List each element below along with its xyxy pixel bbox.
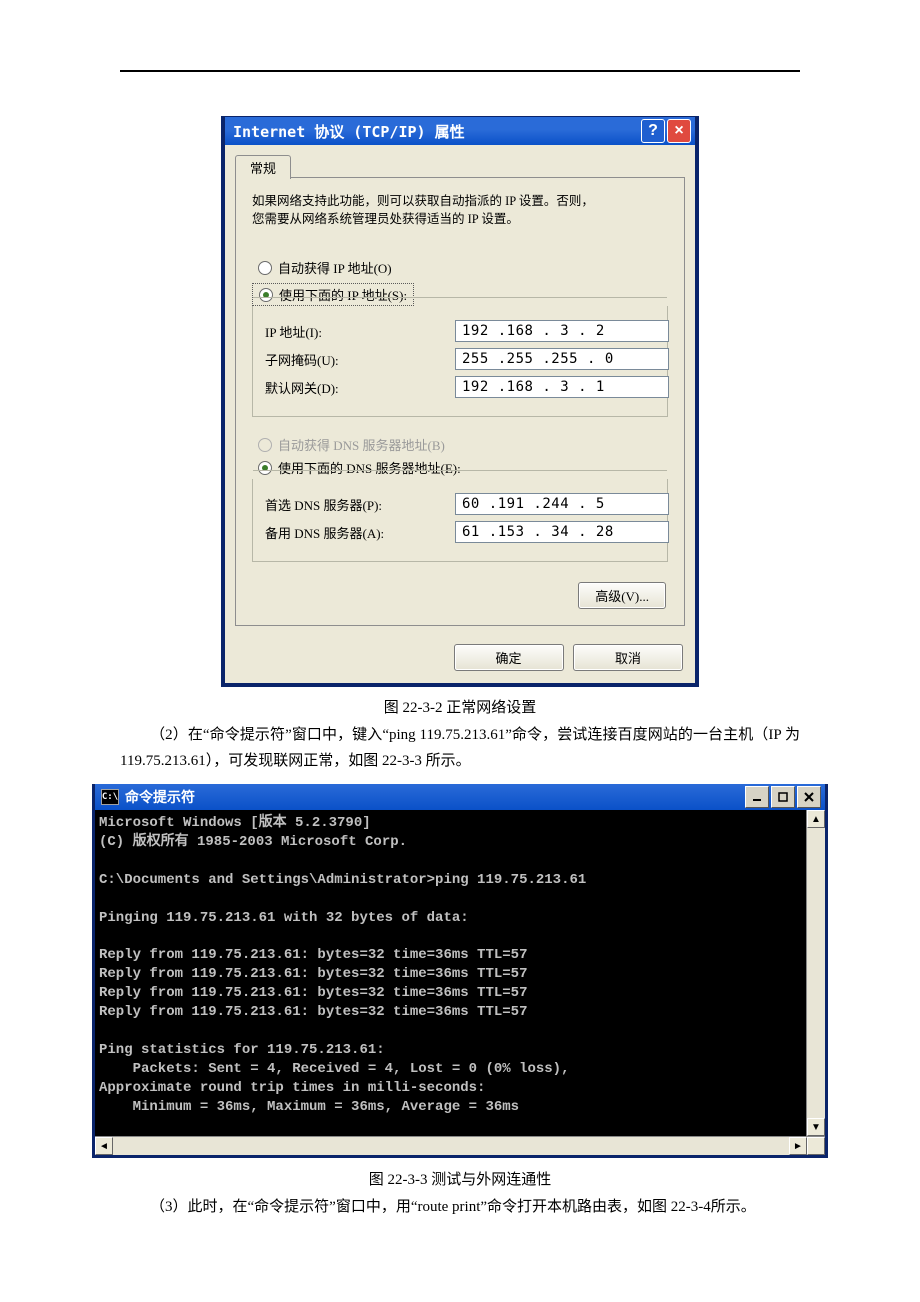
vertical-scrollbar[interactable]: ▲ ▼ — [806, 810, 825, 1136]
dialog-body: 常规 如果网络支持此功能，则可以获取自动指派的 IP 设置。否则， 您需要从网络… — [225, 145, 695, 636]
radio-icon — [259, 288, 273, 302]
advanced-button[interactable]: 高级(V)... — [578, 582, 666, 609]
row-ip: IP 地址(I): 192 .168 . 3 . 2 — [265, 320, 655, 342]
page: Internet 协议 (TCP/IP) 属性 ? × 常规 如果网络支持此功能… — [0, 0, 920, 1265]
minimize-icon — [752, 792, 762, 802]
dialog-title: Internet 协议 (TCP/IP) 属性 — [233, 121, 465, 142]
scroll-down-icon[interactable]: ▼ — [807, 1118, 825, 1136]
lbl-gateway: 默认网关(D): — [265, 378, 455, 397]
scroll-left-icon[interactable]: ◄ — [95, 1137, 113, 1155]
paragraph-3: （3）此时，在“命令提示符”窗口中，用“route print”命令打开本机路由… — [120, 1195, 800, 1221]
radio-auto-ip[interactable]: 自动获得 IP 地址(O) — [252, 256, 668, 279]
size-grip-icon[interactable] — [807, 1137, 825, 1155]
row-mask: 子网掩码(U): 255 .255 .255 . 0 — [265, 348, 655, 370]
dialog-footer: 确定 取消 — [225, 636, 695, 683]
intro-line2: 您需要从网络系统管理员处获得适当的 IP 设置。 — [252, 212, 519, 226]
cmd-titlebar: C:\ 命令提示符 — [95, 784, 825, 810]
figure-caption-1: 图 22-3-2 正常网络设置 — [0, 696, 920, 717]
radio-icon — [258, 261, 272, 275]
intro-line1: 如果网络支持此功能，则可以获取自动指派的 IP 设置。否则， — [252, 194, 594, 208]
cmd-close-button[interactable] — [797, 786, 821, 808]
radio-icon — [258, 461, 272, 475]
tab-general[interactable]: 常规 — [235, 155, 291, 179]
paragraph-2: （2）在“命令提示符”窗口中，键入“ping 119.75.213.61”命令，… — [120, 723, 800, 774]
radio-use-ip-label: 使用下面的 IP 地址(S): — [279, 285, 407, 304]
input-mask[interactable]: 255 .255 .255 . 0 — [455, 348, 669, 370]
lbl-ip: IP 地址(I): — [265, 322, 455, 341]
dialog-titlebar: Internet 协议 (TCP/IP) 属性 ? × — [225, 117, 695, 145]
cmd-output[interactable]: Microsoft Windows [版本 5.2.3790] (C) 版权所有… — [95, 810, 806, 1136]
figure-caption-2: 图 22-3-3 测试与外网连通性 — [0, 1168, 920, 1189]
close-button[interactable]: × — [667, 119, 691, 143]
horizontal-scrollbar[interactable]: ◄ ► — [95, 1136, 825, 1155]
paragraph-3-text: （3）此时，在“命令提示符”窗口中，用“route print”命令打开本机路由… — [150, 1199, 756, 1215]
radio-icon — [258, 438, 272, 452]
cancel-button[interactable]: 取消 — [573, 644, 683, 671]
paragraph-2-text: （2）在“命令提示符”窗口中，键入“ping 119.75.213.61”命令，… — [120, 727, 800, 769]
lbl-dns2: 备用 DNS 服务器(A): — [265, 523, 455, 542]
row-dns2: 备用 DNS 服务器(A): 61 .153 . 34 . 28 — [265, 521, 655, 543]
row-dns1: 首选 DNS 服务器(P): 60 .191 .244 . 5 — [265, 493, 655, 515]
radio-use-ip[interactable]: 使用下面的 IP 地址(S): — [252, 283, 414, 306]
scroll-right-icon[interactable]: ► — [789, 1137, 807, 1155]
lbl-mask: 子网掩码(U): — [265, 350, 455, 369]
intro-text: 如果网络支持此功能，则可以获取自动指派的 IP 设置。否则， 您需要从网络系统管… — [252, 192, 668, 228]
scroll-track[interactable] — [807, 828, 825, 1118]
input-dns2[interactable]: 61 .153 . 34 . 28 — [455, 521, 669, 543]
tabstrip: 常规 — [235, 153, 685, 177]
help-button[interactable]: ? — [641, 119, 665, 143]
radio-use-dns[interactable]: 使用下面的 DNS 服务器地址(E): — [252, 456, 668, 479]
radio-auto-ip-label: 自动获得 IP 地址(O) — [278, 258, 392, 277]
maximize-icon — [778, 792, 788, 802]
cmd-title-text: 命令提示符 — [125, 787, 195, 807]
radio-auto-dns-label: 自动获得 DNS 服务器地址(B) — [278, 435, 445, 454]
input-dns1[interactable]: 60 .191 .244 . 5 — [455, 493, 669, 515]
scroll-track-h[interactable] — [113, 1137, 789, 1155]
radio-use-dns-label: 使用下面的 DNS 服务器地址(E): — [278, 458, 461, 477]
lbl-dns1: 首选 DNS 服务器(P): — [265, 495, 455, 514]
maximize-button[interactable] — [771, 786, 795, 808]
cmd-window: C:\ 命令提示符 Microsoft Windows [版本 5.2.3790… — [92, 784, 828, 1158]
tcpip-dialog: Internet 协议 (TCP/IP) 属性 ? × 常规 如果网络支持此功能… — [222, 117, 698, 686]
minimize-button[interactable] — [745, 786, 769, 808]
close-icon — [804, 792, 814, 802]
scroll-up-icon[interactable]: ▲ — [807, 810, 825, 828]
cmd-icon: C:\ — [101, 789, 119, 805]
ip-fieldset: IP 地址(I): 192 .168 . 3 . 2 子网掩码(U): 255 … — [252, 306, 668, 417]
input-gateway[interactable]: 192 .168 . 3 . 1 — [455, 376, 669, 398]
top-rule — [120, 70, 800, 72]
dns-fieldset: 首选 DNS 服务器(P): 60 .191 .244 . 5 备用 DNS 服… — [252, 479, 668, 562]
row-gateway: 默认网关(D): 192 .168 . 3 . 1 — [265, 376, 655, 398]
input-ip[interactable]: 192 .168 . 3 . 2 — [455, 320, 669, 342]
ok-button[interactable]: 确定 — [454, 644, 564, 671]
radio-auto-dns: 自动获得 DNS 服务器地址(B) — [252, 433, 668, 456]
tab-panel: 如果网络支持此功能，则可以获取自动指派的 IP 设置。否则， 您需要从网络系统管… — [235, 177, 685, 626]
advanced-row: 高级(V)... — [252, 578, 668, 609]
cmd-body-outer: Microsoft Windows [版本 5.2.3790] (C) 版权所有… — [95, 810, 825, 1136]
